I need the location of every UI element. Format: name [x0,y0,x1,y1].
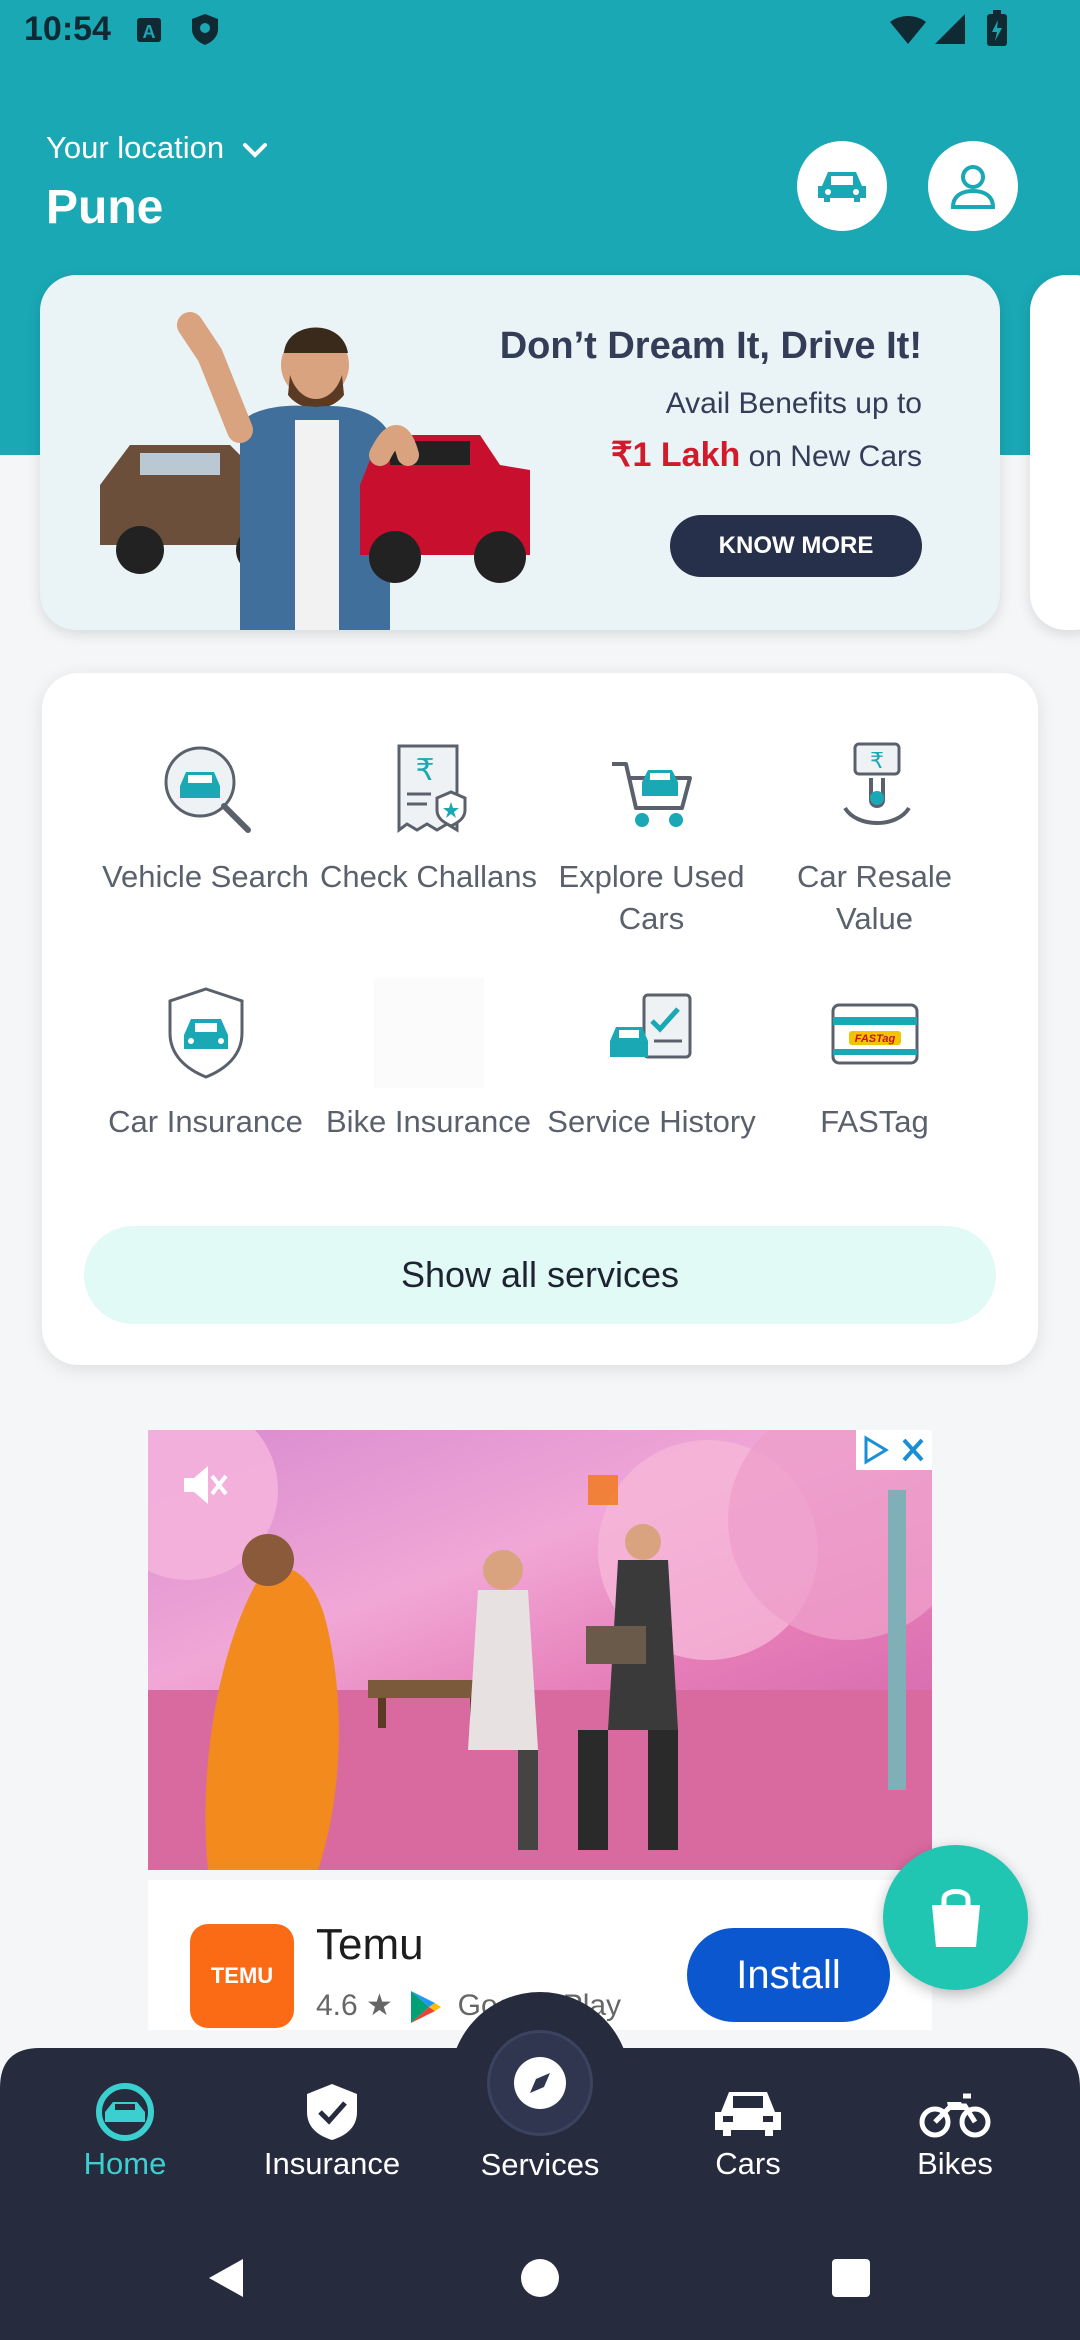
battery-icon [987,10,1007,46]
ad-choices-icon [864,1435,924,1465]
service-car-resale-value[interactable]: ₹ Car Resale Value [763,728,986,940]
service-label: Service History [547,1104,756,1139]
nav-services[interactable]: Services [440,2145,640,2183]
svg-text:₹: ₹ [870,749,884,774]
temu-logo: TEMU [190,1924,294,2028]
banner-line1: Avail Benefits up to [665,387,922,420]
resale-value-icon: ₹ [842,742,911,825]
status-bar: 10:54 A [0,0,1080,64]
show-all-services-button[interactable]: Show all services [84,1226,996,1324]
service-label: Car Resale Value [796,859,953,936]
service-label: FASTag [820,1104,929,1139]
notification-a-icon: A [137,18,161,42]
shop-fab[interactable] [883,1845,1028,1990]
nav-home[interactable]: Home [25,2080,225,2182]
back-icon[interactable] [203,2255,249,2301]
services-center-button[interactable] [487,2030,593,2136]
know-more-button[interactable]: KNOW MORE [670,515,922,577]
fastag-icon: FASTag [831,1003,918,1065]
banner-line2-suffix: on New Cars [740,440,922,473]
compass-icon [514,2057,566,2109]
banner-line2: ₹1 Lakh on New Cars [611,435,922,475]
install-button[interactable]: Install [687,1928,890,2022]
banner-headline: Don’t Dream It, Drive It! [499,325,922,367]
service-label: Vehicle Search [102,859,309,894]
nav-label: Cars [715,2146,781,2181]
nav-cars[interactable]: Cars [648,2080,848,2182]
service-fastag[interactable]: FASTag FASTag [763,973,986,1143]
profile-button[interactable] [928,141,1018,231]
ad-rating: 4.6 ★ [316,1989,393,2022]
nav-insurance[interactable]: Insurance [232,2080,432,2182]
nav-label: Home [83,2146,167,2181]
service-service-history[interactable]: Service History [540,973,763,1143]
service-label: Bike Insurance [325,1104,532,1139]
ad-video[interactable] [148,1430,932,1870]
service-vehicle-search[interactable]: Vehicle Search [94,728,317,898]
wifi-icon [890,16,926,44]
service-explore-used-cars[interactable]: Explore Used Cars [540,728,763,940]
ad-app-name: Temu [316,1920,424,1969]
banner-highlight: ₹1 Lakh [610,436,741,474]
car-insurance-icon [168,987,243,1079]
recents-icon[interactable] [830,2257,872,2299]
services-card: Vehicle Search ₹ Check Challans Explore … [42,673,1038,1365]
vehicle-search-icon [164,746,251,833]
service-car-insurance[interactable]: Car Insurance [94,973,317,1143]
next-banner-card[interactable] [1030,275,1080,630]
promo-illustration [100,312,530,630]
bike-icon [919,2093,991,2138]
used-cars-icon [611,762,692,827]
system-nav-bar [0,2200,1080,2340]
service-check-challans[interactable]: ₹ Check Challans [317,728,540,898]
location-label: Your location [46,130,225,165]
car-icon [818,172,866,202]
mute-icon[interactable] [178,1460,228,1510]
status-time: 10:54 [24,10,111,48]
svg-text:A: A [143,22,156,42]
nav-bikes[interactable]: Bikes [855,2080,1055,2182]
ad-video-scene [148,1430,932,1870]
user-icon [950,165,996,209]
chevron-down-icon [242,142,267,158]
my-vehicles-button[interactable] [797,141,887,231]
car-icon [715,2092,781,2136]
challan-icon: ₹ [397,744,466,833]
service-label: Car Insurance [108,1104,303,1139]
svg-text:FASTag: FASTag [854,1033,895,1045]
bike-insurance-icon [373,978,484,1088]
svg-text:₹: ₹ [415,753,434,788]
ad-choices[interactable] [856,1430,932,1470]
shield-status-icon [192,14,218,45]
location-city[interactable]: Pune [46,180,163,235]
google-play-icon [411,1991,442,2024]
service-bike-insurance[interactable]: Bike Insurance [317,973,540,1143]
nav-label: Services [480,2147,600,2182]
promo-banner[interactable]: Don’t Dream It, Drive It! Avail Benefits… [40,275,1000,630]
nav-label: Insurance [263,2146,401,2181]
service-label: Explore Used Cars [558,859,745,936]
home-icon[interactable] [519,2257,561,2299]
service-history-icon [609,993,691,1059]
location-selector[interactable]: Your location [46,130,269,166]
home-steering-icon [96,2083,154,2141]
shield-check-icon [307,2084,357,2140]
nav-label: Bikes [917,2146,993,2181]
signal-icon [935,14,965,44]
service-label: Check Challans [319,859,538,894]
shopping-bag-icon [931,1888,980,1947]
